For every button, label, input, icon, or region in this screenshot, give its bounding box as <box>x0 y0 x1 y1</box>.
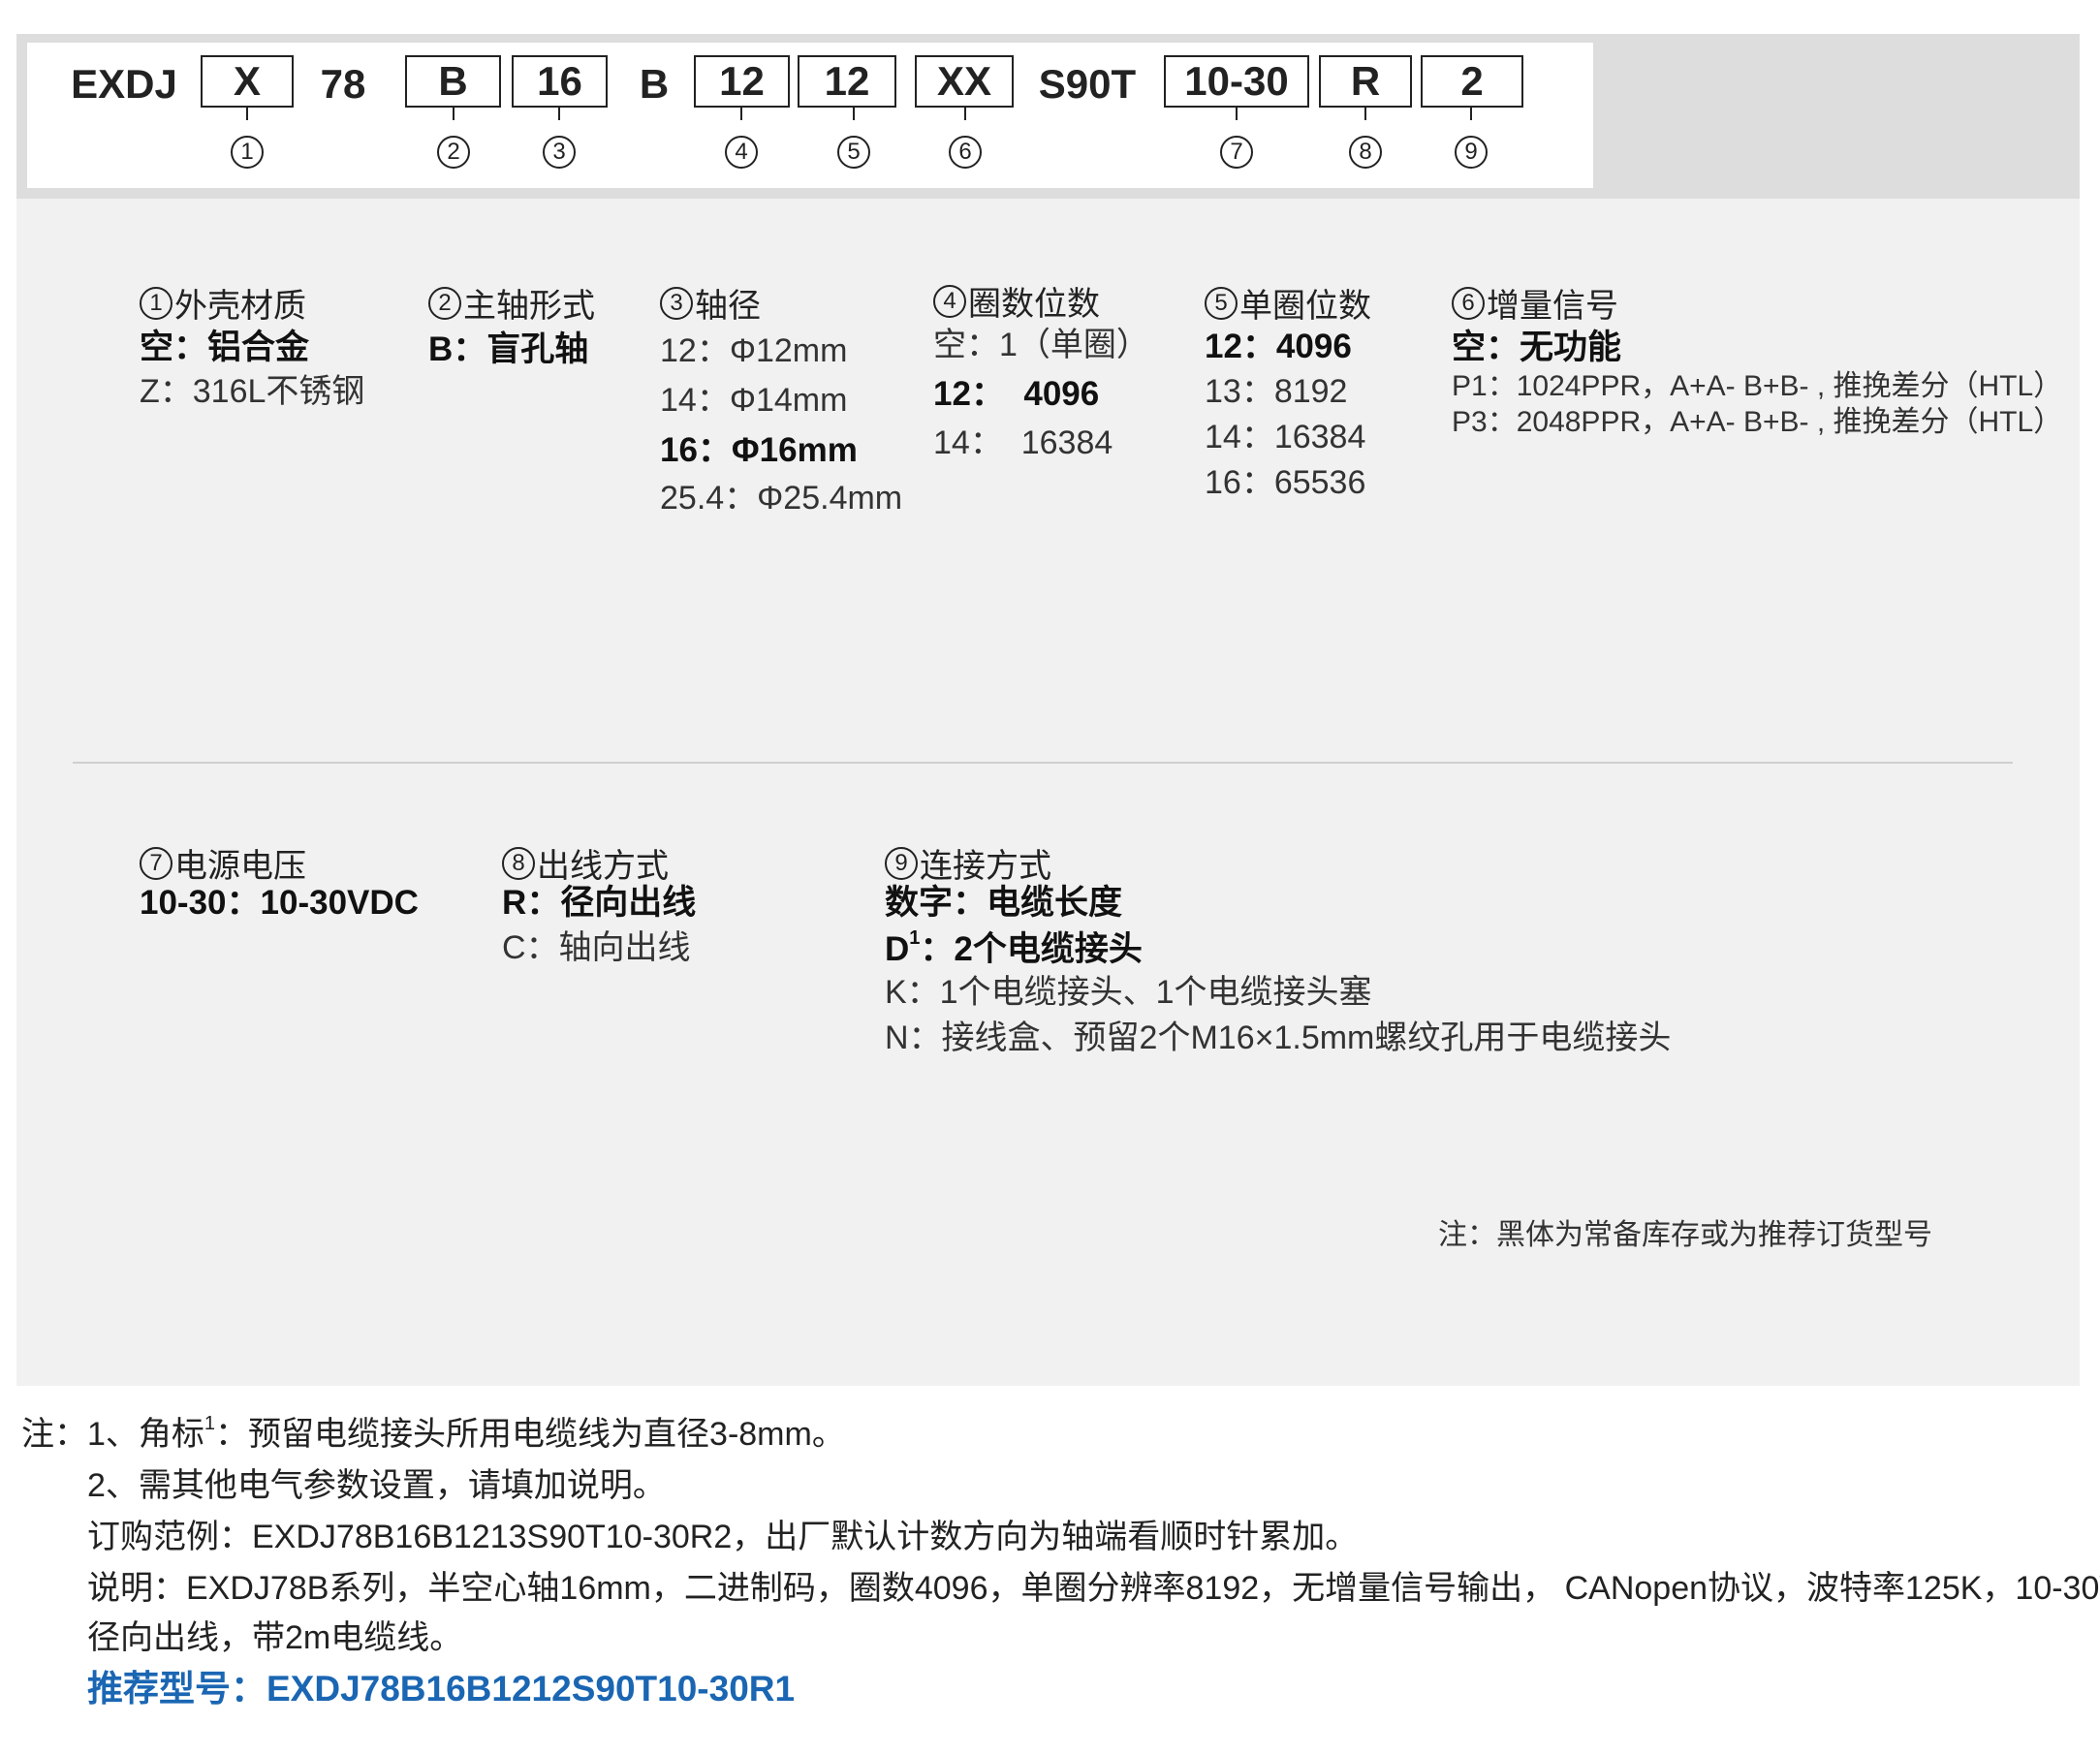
section-number-icon: 3 <box>660 286 693 320</box>
section-number-icon: 9 <box>885 846 918 880</box>
option-line: 12： 4096 <box>933 375 1100 413</box>
section-single-turn-bits: 5 单圈位数 <box>1205 279 1371 327</box>
section-shaft-type: 2 主轴形式 <box>428 279 595 327</box>
option-line: 空：铝合金 <box>140 329 310 366</box>
section-title: 8 出线方式 <box>502 839 669 887</box>
code-box-4: 12 <box>694 55 790 108</box>
section-title: 3 轴径 <box>660 279 761 327</box>
option-line: K：1个电缆接头、1个电缆接头塞 <box>885 974 1372 1011</box>
marker-3: 3 <box>543 136 576 169</box>
divider <box>73 762 2013 764</box>
marker-7: 7 <box>1220 136 1253 169</box>
content-panel <box>16 34 2080 1386</box>
option-line: N：接线盒、预留2个M16×1.5mm螺纹孔用于电缆接头 <box>885 1019 1672 1056</box>
marker-stem <box>1470 107 1472 120</box>
option-line: Z：316L不锈钢 <box>140 373 365 410</box>
marker-stem <box>740 107 742 120</box>
marker-1: 1 <box>231 136 264 169</box>
marker-8: 8 <box>1349 136 1382 169</box>
marker-stem <box>558 107 560 120</box>
section-title: 5 单圈位数 <box>1205 279 1371 327</box>
panel-note: 注：黑体为常备库存或为推荐订货型号 <box>1438 1219 1932 1251</box>
option-line: 10-30：10-30VDC <box>140 884 419 922</box>
option-line: C：轴向出线 <box>502 929 691 966</box>
order-example: 订购范例：EXDJ78B16B1213S90T10-30R2，出厂默认计数方向为… <box>87 1519 1359 1555</box>
section-title: 9 连接方式 <box>885 839 1051 887</box>
option-line: 14：16384 <box>1205 419 1366 455</box>
option-line: 12：4096 <box>1205 328 1352 365</box>
code-box-3: 16 <box>512 55 608 108</box>
option-line: 16：65536 <box>1205 464 1366 501</box>
marker-stem <box>964 107 966 120</box>
section-supply-voltage: 7 电源电压 <box>140 839 306 887</box>
section-shaft-diameter: 3 轴径 <box>660 279 761 327</box>
marker-6: 6 <box>949 136 982 169</box>
description-line-2: 径向出线，带2m电缆线。 <box>87 1619 463 1656</box>
section-housing-material: 1 外壳材质 <box>140 279 306 327</box>
option-line: 25.4：Φ25.4mm <box>660 480 903 517</box>
marker-stem <box>1364 107 1366 120</box>
option-line-connector: D1：2个电缆接头 <box>885 927 1143 968</box>
option-line: 空：无功能 <box>1452 329 1622 366</box>
description-line-1: 说明：EXDJ78B系列，半空心轴16mm，二进制码，圈数4096，单圈分辨率8… <box>87 1570 2100 1607</box>
option-line: B：盲孔轴 <box>428 330 589 368</box>
marker-stem <box>853 107 855 120</box>
option-line: P1：1024PPR，A+A- B+B- , 推挽差分（HTL） <box>1452 370 2063 402</box>
footnote-1: 注：1、角标1：预留电缆接头所用电缆线为直径3-8mm。 <box>21 1413 845 1453</box>
option-line: 空：1（单圈） <box>933 327 1149 363</box>
code-prefix: EXDJ <box>71 61 177 107</box>
option-line: R：径向出线 <box>502 884 697 922</box>
option-line: 14： 16384 <box>933 424 1113 461</box>
code-fixed-S90T: S90T <box>1038 61 1137 107</box>
option-line: P3：2048PPR，A+A- B+B- , 推挽差分（HTL） <box>1452 406 2063 438</box>
recommended-model: 推荐型号：EXDJ78B16B1212S90T10-30R1 <box>87 1669 796 1709</box>
code-box-5: 12 <box>798 55 896 108</box>
code-box-6: XX <box>915 55 1014 108</box>
section-title: 4 圈数位数 <box>933 277 1100 325</box>
option-line: 数字：电缆长度 <box>885 884 1123 922</box>
code-box-7: 10-30 <box>1164 55 1309 108</box>
section-title: 6 增量信号 <box>1452 279 1618 327</box>
option-line: 13：8192 <box>1205 373 1348 410</box>
section-number-icon: 7 <box>140 846 172 880</box>
marker-2: 2 <box>437 136 470 169</box>
section-title: 1 外壳材质 <box>140 279 306 327</box>
option-line: 16：Φ16mm <box>660 431 858 469</box>
section-cable-outlet: 8 出线方式 <box>502 839 669 887</box>
section-number-icon: 4 <box>933 284 966 318</box>
marker-stem <box>1236 107 1238 120</box>
marker-5: 5 <box>837 136 870 169</box>
option-line: 12：Φ12mm <box>660 332 848 369</box>
marker-4: 4 <box>725 136 758 169</box>
code-box-1: X <box>201 55 294 108</box>
section-number-icon: 1 <box>140 286 172 320</box>
marker-stem <box>453 107 454 120</box>
marker-stem <box>246 107 248 120</box>
section-incremental-signal: 6 增量信号 <box>1452 279 1618 327</box>
section-number-icon: 5 <box>1205 286 1238 320</box>
option-line: 14：Φ14mm <box>660 382 848 419</box>
section-number-icon: 2 <box>428 286 461 320</box>
code-box-9: 2 <box>1421 55 1523 108</box>
section-turns-bits: 4 圈数位数 <box>933 277 1100 325</box>
code-box-2: B <box>405 55 501 108</box>
code-fixed-B: B <box>639 61 670 107</box>
section-title: 2 主轴形式 <box>428 279 595 327</box>
code-box-8: R <box>1319 55 1412 108</box>
marker-9: 9 <box>1455 136 1488 169</box>
section-title: 7 电源电压 <box>140 839 306 887</box>
section-connection-type: 9 连接方式 <box>885 839 1051 887</box>
section-number-icon: 6 <box>1452 286 1485 320</box>
code-fixed-78: 78 <box>320 61 366 107</box>
footnote-2: 2、需其他电气参数设置，请填加说明。 <box>87 1467 666 1504</box>
section-number-icon: 8 <box>502 846 535 880</box>
